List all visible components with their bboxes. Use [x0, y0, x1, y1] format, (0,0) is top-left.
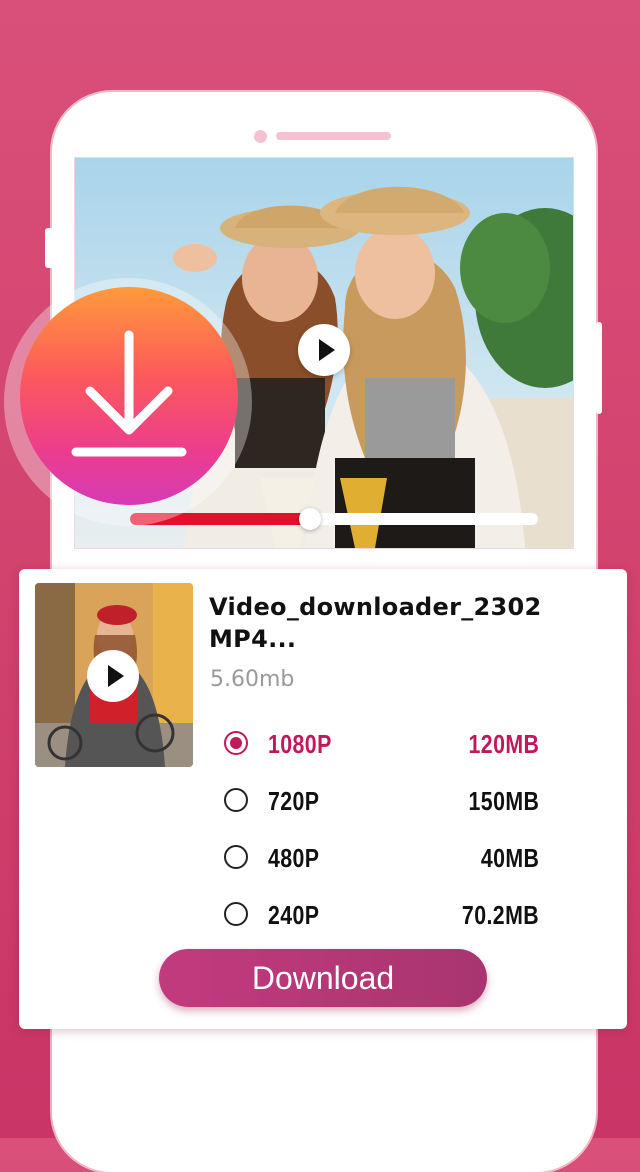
resolution-label: 480P: [268, 843, 320, 873]
phone-side-button-left: [45, 228, 53, 268]
quality-option-240p[interactable]: 240P 70.2MB: [224, 900, 539, 932]
phone-side-button-right: [596, 322, 602, 414]
file-size-label: 70.2MB: [461, 900, 539, 930]
phone-camera: [254, 130, 267, 143]
file-size: 5.60mb: [210, 667, 295, 692]
download-arrow-icon: [71, 330, 187, 457]
file-size-label: 120MB: [468, 729, 539, 759]
file-size-label: 40MB: [480, 843, 539, 873]
quality-option-480p[interactable]: 480P 40MB: [224, 843, 539, 875]
resolution-label: 1080P: [268, 729, 332, 759]
play-icon: [319, 339, 335, 361]
play-icon: [108, 665, 124, 687]
download-button[interactable]: Download: [159, 949, 487, 1007]
quality-option-720p[interactable]: 720P 150MB: [224, 786, 539, 818]
resolution-label: 720P: [268, 786, 320, 816]
file-size-label: 150MB: [468, 786, 539, 816]
download-options-card: Video_downloader_2302 MP4... 5.60mb 1080…: [19, 569, 627, 1029]
video-progress-thumb[interactable]: [298, 508, 321, 530]
radio-button[interactable]: [224, 845, 248, 869]
resolution-label: 240P: [268, 900, 320, 930]
radio-button[interactable]: [224, 731, 248, 755]
radio-button[interactable]: [224, 788, 248, 812]
quality-option-1080p[interactable]: 1080P 120MB: [224, 729, 539, 761]
video-thumbnail[interactable]: [35, 583, 193, 767]
video-progress-bar[interactable]: [130, 508, 538, 530]
thumbnail-play-button[interactable]: [87, 650, 139, 702]
file-title: Video_downloader_2302 MP4...: [209, 593, 542, 653]
radio-button[interactable]: [224, 902, 248, 926]
download-badge[interactable]: [20, 287, 238, 505]
phone-speaker: [276, 132, 391, 140]
play-button[interactable]: [298, 324, 350, 376]
